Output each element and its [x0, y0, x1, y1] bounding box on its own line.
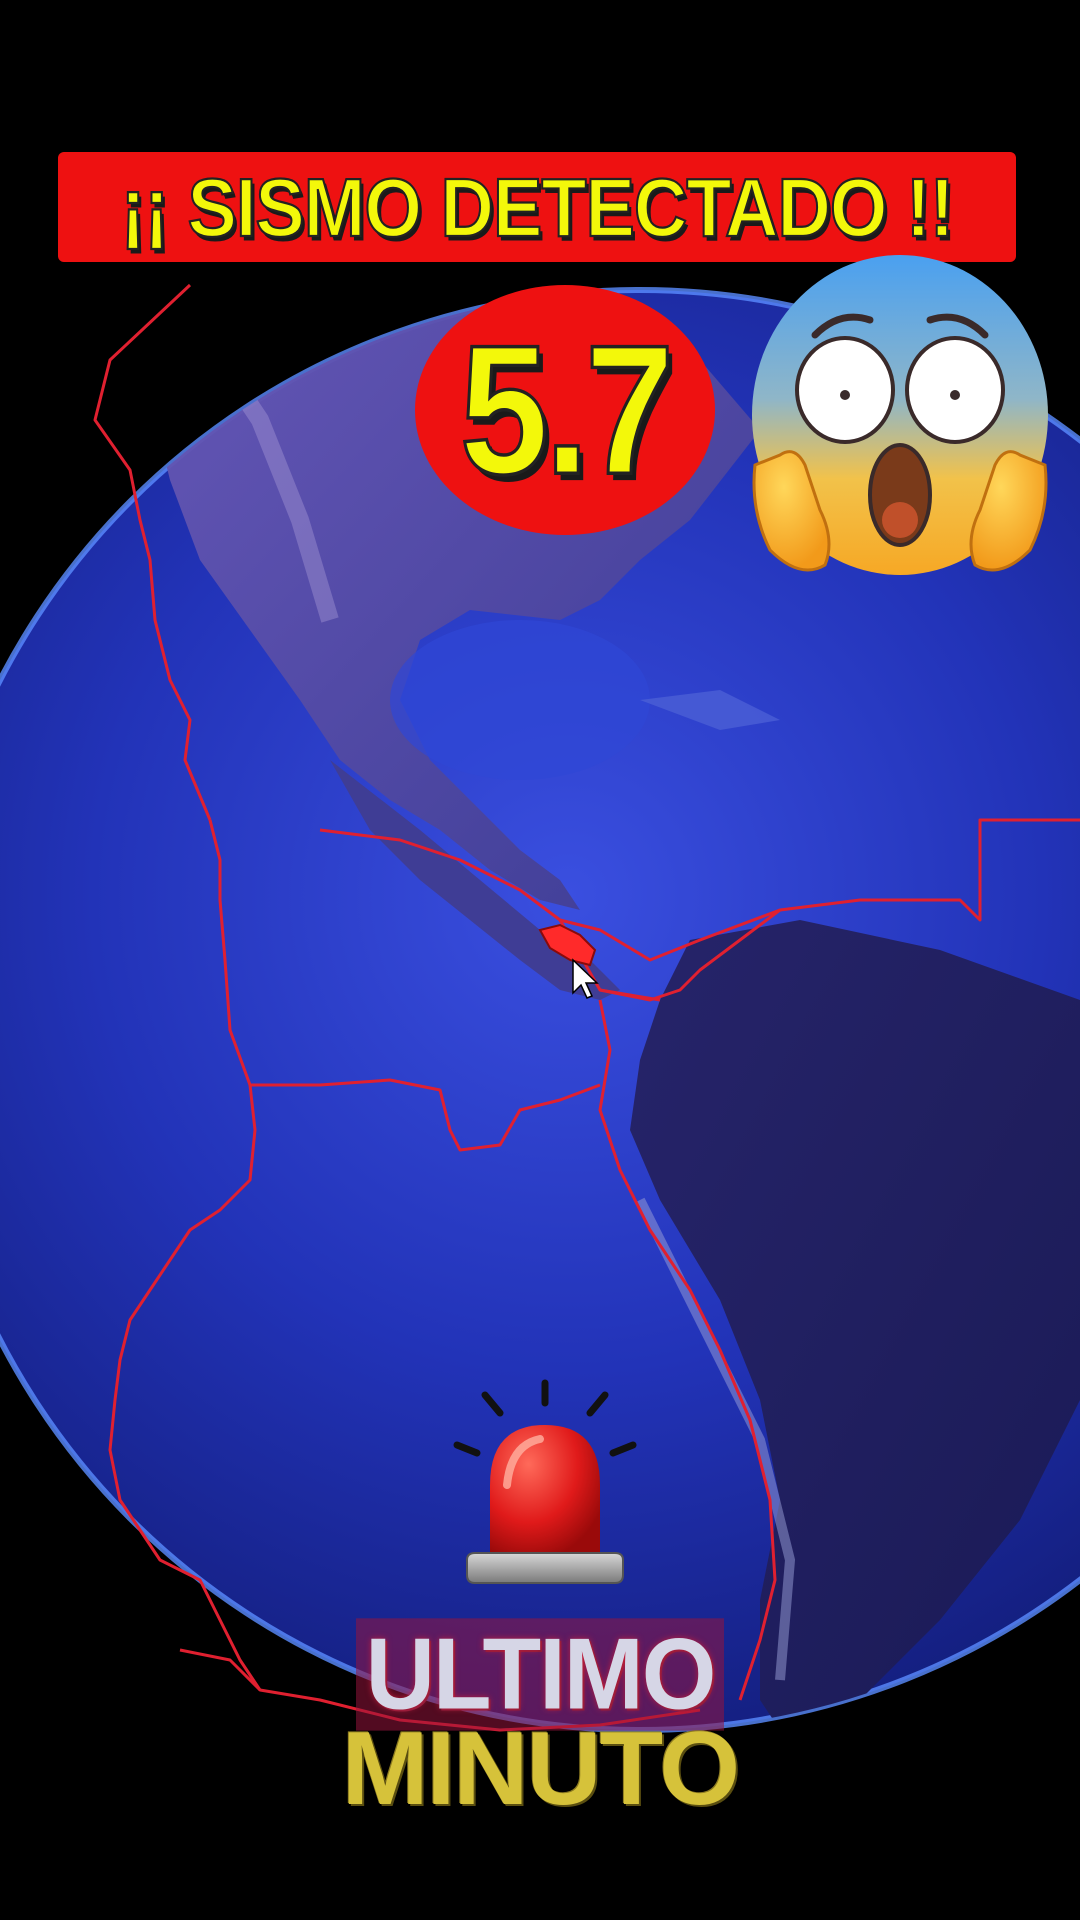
footer-line-2: MINUTO — [341, 1711, 740, 1827]
police-siren-light-icon — [445, 1375, 645, 1600]
magnitude-badge: 5.7 — [415, 285, 715, 535]
banner-title: ¡¡ SISMO DETECTADO !! — [120, 159, 956, 254]
gulf-of-mexico — [390, 620, 650, 780]
alert-banner: ¡¡ SISMO DETECTADO !! — [58, 152, 1016, 262]
face-screaming-in-fear-icon — [745, 250, 1055, 595]
magnitude-value: 5.7 — [458, 305, 675, 514]
